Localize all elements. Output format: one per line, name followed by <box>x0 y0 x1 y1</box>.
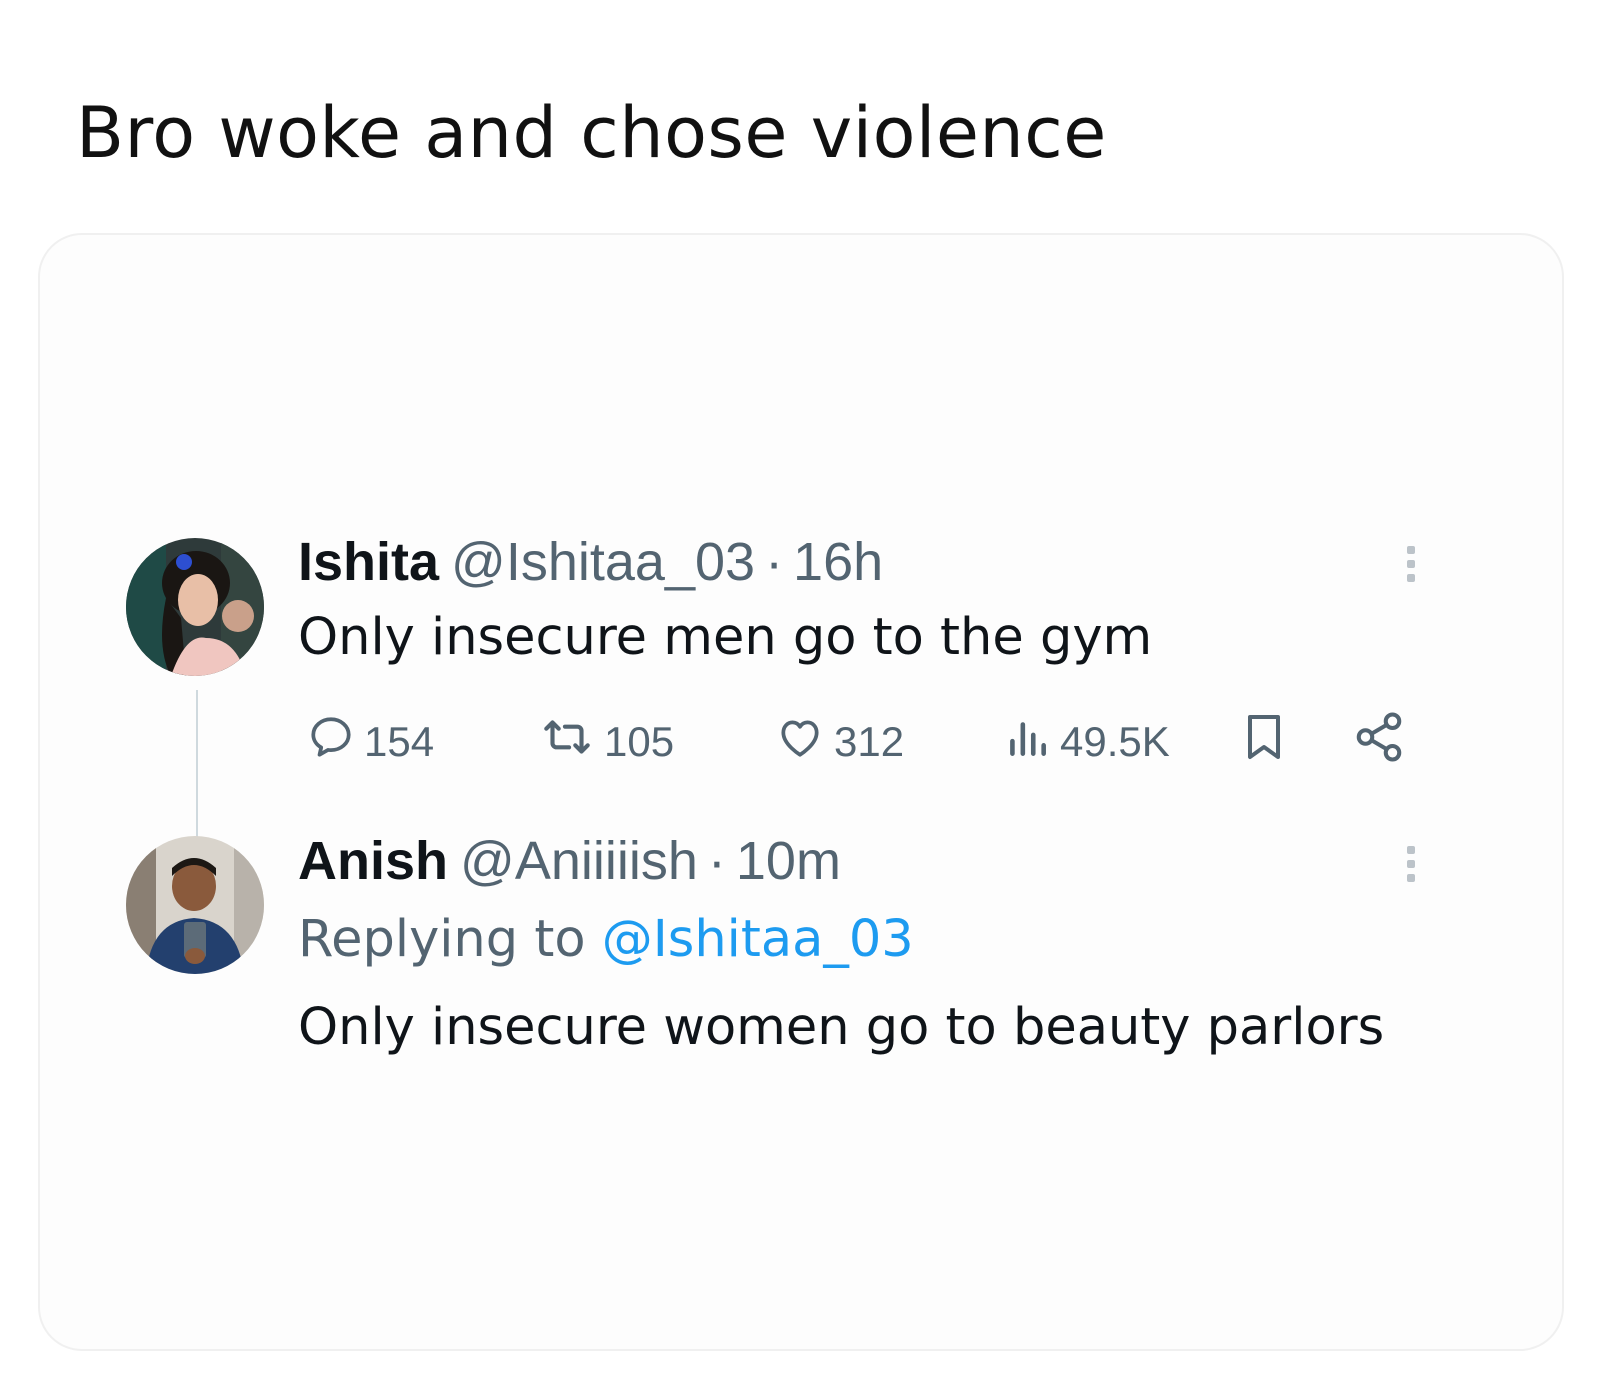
share-icon <box>1352 710 1414 774</box>
tweet-1-timestamp[interactable]: 16h <box>793 532 883 592</box>
like-count: 312 <box>834 718 905 765</box>
replying-to-mention[interactable]: @Ishitaa_03 <box>602 910 914 969</box>
tweet-2-text: Only insecure women go to beauty parlors <box>298 998 1385 1057</box>
more-icon[interactable] <box>1404 546 1418 590</box>
replying-to-line: Replying to @Ishitaa_03 <box>298 914 914 965</box>
tweet-card <box>38 233 1564 1351</box>
tweet-2-display-name[interactable]: Anish <box>298 831 448 891</box>
thread-connector-line <box>196 690 198 850</box>
tweet-2-header: Anish @Aniiiiish · 10m <box>298 834 841 888</box>
tweet-2-handle[interactable]: @Aniiiiish <box>460 831 698 891</box>
repost-button[interactable]: 105 <box>538 712 674 772</box>
tweet-1-header: Ishita @Ishitaa_03 · 16h <box>298 535 883 589</box>
tweet-1-text: Only insecure men go to the gym <box>298 608 1153 667</box>
reply-icon <box>306 712 364 772</box>
avatar-ishita[interactable] <box>126 538 264 676</box>
views-button[interactable]: 49.5K <box>1002 712 1170 772</box>
avatar-anish[interactable] <box>126 836 264 974</box>
reply-button[interactable]: 154 <box>306 712 434 772</box>
more-icon[interactable] <box>1404 846 1418 890</box>
replying-to-label: Replying to <box>298 910 586 969</box>
repost-count: 105 <box>604 718 675 765</box>
views-icon <box>1002 712 1060 772</box>
repost-icon <box>538 712 604 772</box>
like-button[interactable]: 312 <box>774 712 904 772</box>
heart-icon <box>774 712 834 772</box>
tweet-1-separator: · <box>765 532 784 592</box>
bookmark-icon <box>1240 711 1296 773</box>
reply-count: 154 <box>364 718 435 765</box>
tweet-2-timestamp[interactable]: 10m <box>736 831 841 891</box>
bookmark-button[interactable] <box>1240 712 1296 772</box>
tweet-1-handle[interactable]: @Ishitaa_03 <box>451 532 755 592</box>
tweet-1-action-bar: 154 105 312 49.5K <box>306 712 1446 772</box>
tweet-2-separator: · <box>707 831 726 891</box>
views-count: 49.5K <box>1060 718 1170 765</box>
tweet-1-display-name[interactable]: Ishita <box>298 532 439 592</box>
share-button[interactable] <box>1352 712 1414 772</box>
meme-caption: Bro woke and chose violence <box>76 92 1107 174</box>
